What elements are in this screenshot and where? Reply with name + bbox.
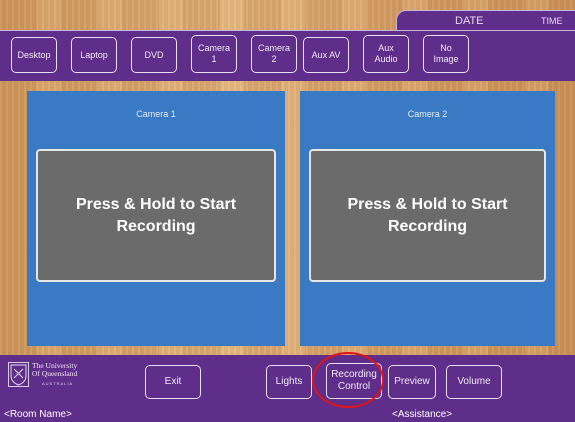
camera-2-panel: Camera 2 Press & Hold to Start Recording — [300, 91, 555, 346]
source-camera-1-button[interactable]: Camera 1 — [191, 35, 237, 73]
date-time-bar: DATE TIME — [396, 10, 575, 31]
source-dvd-button[interactable]: DVD — [131, 37, 177, 73]
logo-line-3: AUSTRALIA — [42, 381, 74, 386]
camera-2-title: Camera 2 — [407, 109, 448, 119]
crest-icon — [8, 362, 29, 387]
source-laptop-button[interactable]: Laptop — [71, 37, 117, 73]
source-aux-audio-button[interactable]: Aux Audio — [363, 35, 409, 73]
camera-1-title: Camera 1 — [136, 109, 176, 119]
logo-line-2: Of Queensland — [32, 368, 78, 378]
camera-1-panel: Camera 1 Press & Hold to Start Recording — [27, 91, 285, 346]
bottom-bar: The University Of Queensland AUSTRALIA E… — [0, 355, 575, 422]
volume-button[interactable]: Volume — [446, 365, 502, 399]
preview-button[interactable]: Preview — [388, 365, 436, 399]
camera-1-record-button[interactable]: Press & Hold to Start Recording — [36, 149, 276, 282]
top-bar: DATE TIME Desktop Laptop DVD Camera 1 Ca… — [0, 0, 575, 81]
source-aux-av-button[interactable]: Aux AV — [303, 37, 349, 73]
highlight-circle — [312, 352, 384, 408]
date-label: DATE — [455, 15, 484, 27]
source-bar: Desktop Laptop DVD Camera 1 Camera 2 Aux… — [0, 30, 575, 81]
room-name: <Room Name> — [4, 409, 72, 420]
time-label: TIME — [541, 16, 563, 26]
lights-button[interactable]: Lights — [266, 365, 312, 399]
exit-button[interactable]: Exit — [145, 365, 201, 399]
uq-logo: The University Of Queensland AUSTRALIA — [8, 362, 128, 392]
assistance-link[interactable]: <Assistance> — [392, 409, 452, 420]
source-desktop-button[interactable]: Desktop — [11, 37, 57, 73]
source-camera-2-button[interactable]: Camera 2 — [251, 35, 297, 73]
camera-2-record-button[interactable]: Press & Hold to Start Recording — [309, 149, 546, 282]
source-no-image-button[interactable]: No Image — [423, 35, 469, 73]
